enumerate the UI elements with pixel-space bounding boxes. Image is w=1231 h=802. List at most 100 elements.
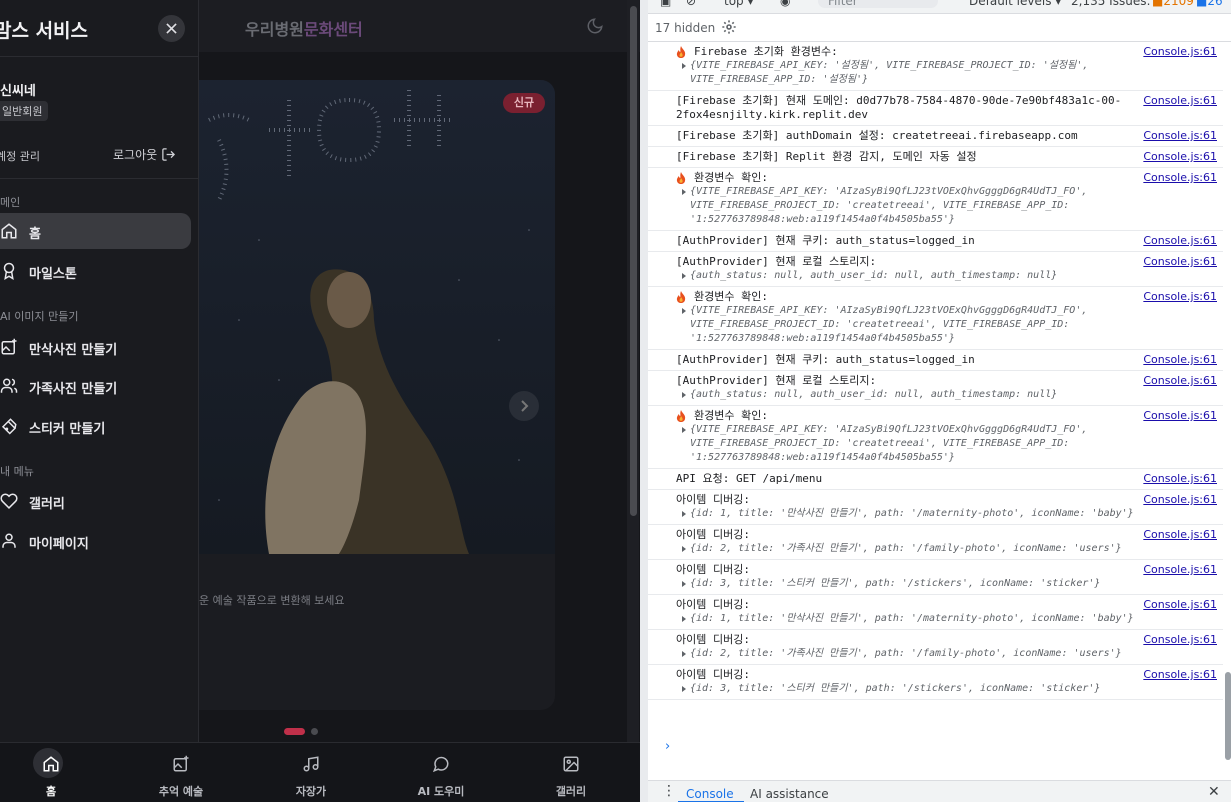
source-link[interactable]: Console.js:61 xyxy=(1143,472,1217,486)
carousel-dot-active[interactable] xyxy=(284,728,305,735)
sidebar-item-home[interactable]: 홈 xyxy=(0,213,191,249)
console-message[interactable]: [AuthProvider] 현재 로컬 스토리지: Console.js:61 {… xyxy=(648,371,1223,406)
expand-triangle-icon[interactable] xyxy=(682,511,686,517)
source-link[interactable]: Console.js:61 xyxy=(1143,234,1217,248)
object-preview[interactable]: {VITE_FIREBASE_API_KEY: 'AIzaSyBi9QfLJ23… xyxy=(676,304,1179,346)
expand-triangle-icon[interactable] xyxy=(682,308,686,314)
source-link[interactable]: Console.js:61 xyxy=(1143,528,1217,542)
source-link[interactable]: Console.js:61 xyxy=(1143,563,1217,577)
sidebar-item-stickers[interactable]: 스티커 만들기 xyxy=(0,408,191,444)
console-message[interactable]: [AuthProvider] 현재 로컬 스토리지: Console.js:61 {… xyxy=(648,252,1223,287)
account-settings-link[interactable]: 계정 관리 xyxy=(0,148,40,164)
console-message[interactable]: 아이템 디버깅: Console.js:61 {id: 3, title: '스티커… xyxy=(648,560,1223,595)
nav-memory-art[interactable]: 추억 예술 xyxy=(126,743,236,802)
console-message[interactable]: 아이템 디버깅: Console.js:61 {id: 2, title: '가족사… xyxy=(648,525,1223,560)
source-link[interactable]: Console.js:61 xyxy=(1143,493,1217,507)
expand-triangle-icon[interactable] xyxy=(682,273,686,279)
hero-banner[interactable]: 운 예술 작품으로 변환해 보세요 xyxy=(199,80,555,710)
source-link[interactable]: Console.js:61 xyxy=(1143,129,1217,143)
logout-button[interactable]: 로그아웃 xyxy=(113,146,176,163)
issues-warning-count[interactable]: ■2109 xyxy=(1152,0,1194,8)
live-expression-eye-icon[interactable]: ◉ xyxy=(780,0,790,8)
console-scrollbar[interactable] xyxy=(1224,42,1231,780)
object-preview[interactable]: {id: 3, title: '스티커 만들기', path: '/sticke… xyxy=(676,577,1179,591)
scrollbar-thumb[interactable] xyxy=(1225,672,1231,760)
object-preview[interactable]: {VITE_FIREBASE_API_KEY: 'AIzaSyBi9QfLJ23… xyxy=(676,185,1179,227)
close-button[interactable] xyxy=(158,15,185,42)
object-preview[interactable]: {id: 3, title: '스티커 만들기', path: '/sticke… xyxy=(676,682,1179,696)
source-link[interactable]: Console.js:61 xyxy=(1143,668,1217,682)
object-preview[interactable]: {id: 1, title: '만삭사진 만들기', path: '/mater… xyxy=(676,507,1179,521)
object-preview[interactable]: {id: 2, title: '가족사진 만들기', path: '/famil… xyxy=(676,542,1179,556)
nav-home[interactable]: 홈 xyxy=(0,743,106,802)
object-preview[interactable]: {auth_status: null, auth_user_id: null, … xyxy=(676,388,1179,402)
console-prompt[interactable]: › xyxy=(665,739,670,754)
expand-triangle-icon[interactable] xyxy=(682,616,686,622)
source-link[interactable]: Console.js:61 xyxy=(1143,409,1217,423)
nav-ai-helper[interactable]: AI 도우미 xyxy=(386,743,496,802)
console-message[interactable]: 환경변수 확인: Console.js:61 {VITE_FIREBASE_API_… xyxy=(648,406,1223,469)
carousel-dot[interactable] xyxy=(311,728,318,735)
expand-triangle-icon[interactable] xyxy=(682,392,686,398)
expand-triangle-icon[interactable] xyxy=(682,651,686,657)
issues-info-count[interactable]: ■26 xyxy=(1196,0,1223,8)
source-link[interactable]: Console.js:61 xyxy=(1143,374,1217,388)
source-link[interactable]: Console.js:61 xyxy=(1143,45,1217,59)
source-link[interactable]: Console.js:61 xyxy=(1143,353,1217,367)
sidebar-item-gallery[interactable]: 갤러리 xyxy=(0,483,191,519)
object-preview[interactable]: {VITE_FIREBASE_API_KEY: 'AIzaSyBi9QfLJ23… xyxy=(676,423,1179,465)
console-message[interactable]: 아이템 디버깅: Console.js:61 {id: 1, title: '만삭사… xyxy=(648,490,1223,525)
source-link[interactable]: Console.js:61 xyxy=(1143,171,1217,185)
sidebar-item-family-photo[interactable]: 가족사진 만들기 xyxy=(0,368,191,404)
console-message[interactable]: [AuthProvider] 현재 쿠키: auth_status=logged… xyxy=(648,231,1223,252)
console-message[interactable]: 환경변수 확인: Console.js:61 {VITE_FIREBASE_API_… xyxy=(648,287,1223,350)
console-message[interactable]: [Firebase 초기화] 현재 도메인: d0d77b78-7584-487… xyxy=(648,91,1223,126)
source-link[interactable]: Console.js:61 xyxy=(1143,94,1217,108)
carousel-next-button[interactable] xyxy=(509,391,539,421)
sidebar-item-mypage[interactable]: 마이페이지 xyxy=(0,523,191,559)
source-link[interactable]: Console.js:61 xyxy=(1143,633,1217,647)
clear-console-icon[interactable]: ⊘ xyxy=(686,0,696,8)
object-preview[interactable]: {id: 1, title: '만삭사진 만들기', path: '/mater… xyxy=(676,612,1179,626)
issues-label[interactable]: 2,135 Issues: xyxy=(1071,0,1151,8)
console-message[interactable]: Firebase 초기화 환경변수: Console.js:61 {VITE_FIR… xyxy=(648,42,1223,91)
close-icon[interactable]: ✕ xyxy=(1208,784,1220,800)
console-message[interactable]: API 요청: GET /api/menu Console.js:61 xyxy=(648,469,1223,490)
sidebar-item-maternity-photo[interactable]: 만삭사진 만들기 xyxy=(0,329,191,365)
source-link[interactable]: Console.js:61 xyxy=(1143,598,1217,612)
source-link[interactable]: Console.js:61 xyxy=(1143,255,1217,269)
console-message[interactable]: [Firebase 초기화] Replit 환경 감지, 도메인 자동 설정 Co… xyxy=(648,147,1223,168)
object-preview[interactable]: {id: 2, title: '가족사진 만들기', path: '/famil… xyxy=(676,647,1179,661)
console-message[interactable]: 아이템 디버깅: Console.js:61 {id: 2, title: '가족사… xyxy=(648,630,1223,665)
expand-triangle-icon[interactable] xyxy=(682,686,686,692)
source-link[interactable]: Console.js:61 xyxy=(1143,150,1217,164)
app-scrollbar[interactable] xyxy=(627,0,639,742)
sidebar-toggle-icon[interactable]: ▣ xyxy=(660,0,671,8)
object-preview[interactable]: {auth_status: null, auth_user_id: null, … xyxy=(676,269,1179,283)
expand-triangle-icon[interactable] xyxy=(682,427,686,433)
gear-icon[interactable] xyxy=(721,19,737,35)
source-link[interactable]: Console.js:61 xyxy=(1143,290,1217,304)
console-message[interactable]: 아이템 디버깅: Console.js:61 {id: 1, title: '만삭사… xyxy=(648,595,1223,630)
expand-triangle-icon[interactable] xyxy=(682,546,686,552)
filter-input[interactable]: Filter xyxy=(818,0,938,8)
expand-triangle-icon[interactable] xyxy=(682,581,686,587)
log-levels-dropdown[interactable]: Default levels ▾ xyxy=(969,0,1061,8)
moon-icon[interactable] xyxy=(586,17,604,35)
expand-triangle-icon[interactable] xyxy=(682,189,686,195)
page-title[interactable]: 우리병원문화센터 xyxy=(245,16,363,40)
nav-lullaby[interactable]: 자장가 xyxy=(256,743,366,802)
sidebar-item-milestone[interactable]: 마일스톤 xyxy=(0,253,191,289)
more-tabs-icon[interactable]: ⋮ xyxy=(662,783,676,799)
context-selector[interactable]: top ▾ xyxy=(724,0,754,8)
expand-triangle-icon[interactable] xyxy=(682,63,686,69)
object-preview[interactable]: {VITE_FIREBASE_API_KEY: '설정됨', VITE_FIRE… xyxy=(676,59,1179,87)
console-message[interactable]: 아이템 디버깅: Console.js:61 {id: 3, title: '스티커… xyxy=(648,665,1223,700)
tab-ai-assistance[interactable]: AI assistance xyxy=(750,787,829,801)
console-message[interactable]: [Firebase 초기화] authDomain 설정: createtree… xyxy=(648,126,1223,147)
tab-console[interactable]: Console xyxy=(686,787,734,801)
nav-gallery[interactable]: 갤러리 xyxy=(516,743,626,802)
console-message[interactable]: 환경변수 확인: Console.js:61 {VITE_FIREBASE_API_… xyxy=(648,168,1223,231)
console-message[interactable]: [AuthProvider] 현재 쿠키: auth_status=logged… xyxy=(648,350,1223,371)
scrollbar-thumb[interactable] xyxy=(630,6,637,516)
